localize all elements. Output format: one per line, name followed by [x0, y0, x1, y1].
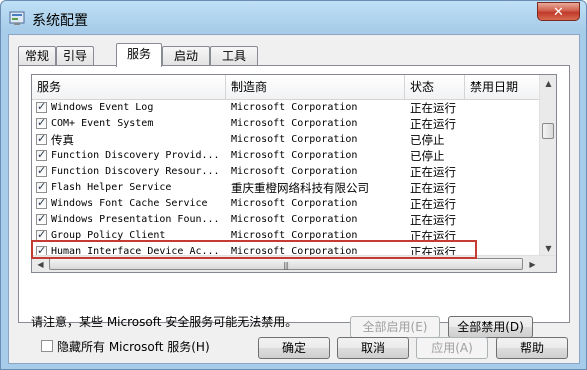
system-config-window: 系统配置 ✕ 常规 引导 服务 启动 工具 服务 制造商 状态 禁用日期 Win…: [0, 0, 587, 370]
apply-button[interactable]: 应用(A): [416, 337, 488, 359]
service-row[interactable]: Function Discovery Resour... Microsoft Co…: [32, 164, 542, 180]
list-header: 服务 制造商 状态 禁用日期: [32, 75, 542, 100]
service-row[interactable]: Windows Presentation Foun... Microsoft Co…: [32, 212, 542, 228]
vertical-scroll-thumb[interactable]: [542, 123, 554, 139]
hide-microsoft-row[interactable]: 隐藏所有 Microsoft 服务(H): [41, 338, 210, 355]
service-checkbox[interactable]: [36, 180, 47, 193]
service-status: 正在运行: [410, 181, 456, 195]
msconfig-app-icon: [9, 11, 25, 25]
scroll-right-icon[interactable]: ▶: [524, 256, 541, 272]
scroll-up-icon[interactable]: ▲: [540, 75, 556, 92]
hide-microsoft-label: 隐藏所有 Microsoft 服务(H): [57, 340, 210, 354]
service-checkbox[interactable]: [36, 148, 47, 161]
close-icon: ✕: [553, 5, 564, 20]
service-vendor: Microsoft Corporation: [231, 118, 358, 129]
services-panel: 服务 制造商 状态 禁用日期 Windows Event Log Microsof…: [18, 65, 570, 354]
service-row[interactable]: Flash Helper Service 重庆重橙网络科技有限公司 正在运行: [32, 180, 542, 196]
service-row[interactable]: Windows Font Cache Service Microsoft Corp…: [32, 196, 542, 212]
note-text: 请注意，某些 Microsoft 安全服务可能无法禁用。: [31, 315, 298, 329]
service-row[interactable]: Windows Event Log Microsoft Corporation 正在…: [32, 100, 542, 116]
service-vendor: Microsoft Corporation: [231, 134, 358, 145]
tab-boot[interactable]: 引导: [56, 46, 94, 65]
service-status: 正在运行: [410, 197, 456, 211]
grip-icon: |||: [283, 261, 289, 270]
service-status: 正在运行: [410, 213, 456, 227]
cancel-button[interactable]: 取消: [337, 337, 409, 359]
service-name: Function Discovery Resour...: [51, 166, 220, 177]
hide-microsoft-checkbox[interactable]: [41, 340, 53, 352]
service-vendor: Microsoft Corporation: [231, 214, 358, 225]
service-name: Windows Presentation Foun...: [51, 214, 220, 225]
tab-services[interactable]: 服务: [116, 43, 162, 67]
service-vendor: Microsoft Corporation: [231, 198, 358, 209]
highlight-annotation: [31, 240, 477, 259]
service-row[interactable]: COM+ Event System Microsoft Corporation 正在…: [32, 116, 542, 132]
service-checkbox[interactable]: [36, 100, 47, 113]
service-checkbox[interactable]: [36, 116, 47, 129]
tab-general[interactable]: 常规: [18, 46, 56, 65]
column-status[interactable]: 状态: [405, 75, 465, 99]
dialog-client: 常规 引导 服务 启动 工具 服务 制造商 状态 禁用日期 Windows Ev…: [8, 34, 580, 364]
service-status: 已停止: [410, 149, 445, 163]
vertical-scrollbar[interactable]: ▲ ▼: [539, 75, 556, 257]
ok-button[interactable]: 确定: [258, 337, 330, 359]
service-status: 正在运行: [410, 101, 456, 115]
service-name: 传真: [51, 133, 74, 147]
service-checkbox[interactable]: [36, 164, 47, 177]
service-checkbox[interactable]: [36, 212, 47, 225]
service-vendor: Microsoft Corporation: [231, 166, 358, 177]
service-name: Windows Event Log: [51, 102, 154, 113]
close-button[interactable]: ✕: [537, 2, 580, 21]
help-button[interactable]: 帮助: [496, 337, 568, 359]
horizontal-scroll-thumb[interactable]: |||: [49, 258, 523, 270]
service-name: Function Discovery Provid...: [51, 150, 220, 161]
service-status: 正在运行: [410, 165, 456, 179]
tab-startup[interactable]: 启动: [162, 46, 210, 65]
service-status: 已停止: [410, 133, 445, 147]
service-row[interactable]: 传真 Microsoft Corporation 已停止: [32, 132, 542, 148]
tab-tools[interactable]: 工具: [210, 46, 258, 65]
disable-all-button[interactable]: 全部禁用(D): [448, 316, 533, 338]
service-checkbox[interactable]: [36, 132, 47, 145]
service-name: COM+ Event System: [51, 118, 154, 129]
service-status: 正在运行: [410, 117, 456, 131]
column-disabled-date[interactable]: 禁用日期: [465, 75, 542, 99]
service-name: Flash Helper Service: [51, 182, 172, 193]
service-row[interactable]: Function Discovery Provid... Microsoft Co…: [32, 148, 542, 164]
service-vendor: 重庆重橙网络科技有限公司: [231, 181, 369, 195]
column-service[interactable]: 服务: [32, 75, 226, 99]
service-name: Windows Font Cache Service: [51, 198, 208, 209]
enable-all-button[interactable]: 全部启用(E): [350, 316, 440, 338]
service-checkbox[interactable]: [36, 196, 47, 209]
service-vendor: Microsoft Corporation: [231, 102, 358, 113]
window-title: 系统配置: [32, 13, 88, 29]
service-vendor: Microsoft Corporation: [231, 150, 358, 161]
column-vendor[interactable]: 制造商: [226, 75, 405, 99]
title-bar[interactable]: 系统配置 ✕: [1, 1, 586, 35]
